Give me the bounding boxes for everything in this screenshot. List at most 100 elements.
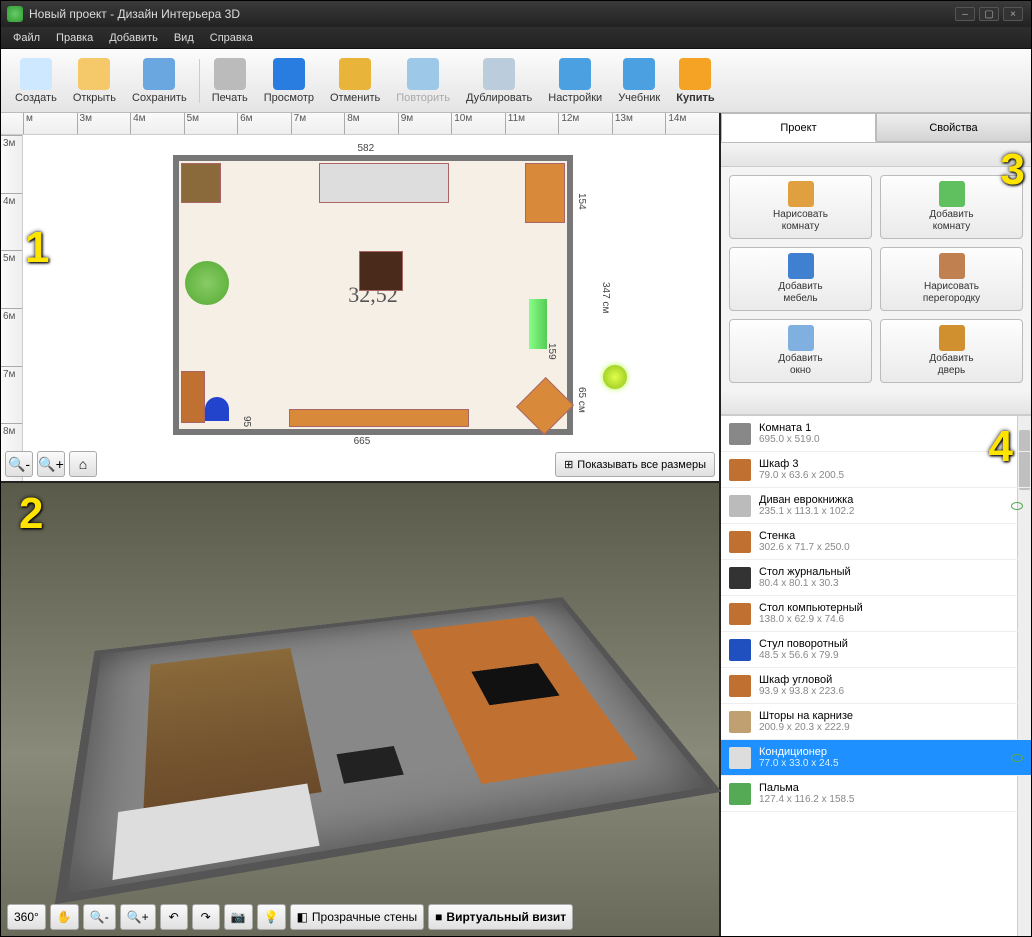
action-Добавить-окно[interactable]: Добавитьокно <box>729 319 872 383</box>
object-text: Стул поворотный48.5 x 56.6 x 79.9 <box>759 638 1023 661</box>
show-all-dims-button[interactable]: ⊞ Показывать все размеры <box>555 452 715 477</box>
toolbar-Настройки[interactable]: Настройки <box>542 56 608 106</box>
room-outline[interactable]: 32,52 582 347 см 154 665 489 95 159 65 с… <box>173 155 573 435</box>
list-item[interactable]: Диван еврокнижка235.1 x 113.1 x 102.2 <box>721 488 1031 524</box>
toolbar-icon <box>483 58 515 90</box>
menu-Вид[interactable]: Вид <box>166 29 202 47</box>
toolbar-Отменить[interactable]: Отменить <box>324 56 386 106</box>
furn-table[interactable] <box>359 251 403 291</box>
action-icon <box>788 181 814 207</box>
zoom-in-button[interactable]: 🔍+ <box>37 451 65 477</box>
home-button[interactable]: ⌂ <box>69 451 97 477</box>
dim-door: 95 <box>241 416 252 427</box>
action-Нарисовать-перегородку[interactable]: Нарисоватьперегородку <box>880 247 1023 311</box>
furn-sofa-top[interactable] <box>319 163 449 203</box>
list-item[interactable]: Комната 1695.0 x 519.0 <box>721 416 1031 452</box>
sun-marker[interactable] <box>603 365 627 389</box>
controls-3d: 360° ✋ 🔍- 🔍+ ↶ ↷ 📷 💡 ◧ Прозрачные стены … <box>7 904 713 930</box>
ruler-tick: 8м <box>344 113 398 134</box>
object-text: Стол компьютерный138.0 x 62.9 x 74.6 <box>759 602 1023 625</box>
furn-selection[interactable] <box>529 299 547 349</box>
action-Добавить-дверь[interactable]: Добавитьдверь <box>880 319 1023 383</box>
toolbar-Просмотр[interactable]: Просмотр <box>258 56 320 106</box>
tab-properties[interactable]: Свойства <box>876 113 1031 142</box>
object-text: Стол журнальный80.4 x 80.1 x 30.3 <box>759 566 1023 589</box>
app-icon <box>7 6 23 22</box>
visibility-icon[interactable] <box>1011 502 1023 510</box>
show-all-dims-label: Показывать все размеры <box>577 459 706 471</box>
rotate360-button[interactable]: 360° <box>7 904 46 930</box>
toolbar-Печать[interactable]: Печать <box>206 56 254 106</box>
furn-wall-unit[interactable] <box>289 409 469 427</box>
rotate-right-button[interactable]: ↷ <box>192 904 220 930</box>
minimize-button[interactable]: – <box>955 7 975 21</box>
visibility-icon[interactable] <box>1011 754 1023 762</box>
wall-icon: ◧ <box>297 910 308 924</box>
furn-desk[interactable] <box>181 371 205 423</box>
tab-project[interactable]: Проект <box>721 113 876 142</box>
room-3d[interactable] <box>55 597 722 904</box>
furn-chair[interactable] <box>205 397 229 421</box>
sofa-3d <box>112 784 319 880</box>
ruler-vertical: 3м4м5м6м7м8м <box>1 135 23 481</box>
list-item[interactable]: Стол журнальный80.4 x 80.1 x 30.3 <box>721 560 1031 596</box>
object-icon <box>729 567 751 589</box>
maximize-button[interactable]: ▢ <box>979 7 999 21</box>
dim-right: 347 см <box>600 282 611 313</box>
furn-wardrobe[interactable] <box>181 163 221 203</box>
ruler-tick: 12м <box>558 113 612 134</box>
list-item[interactable]: Пальма127.4 x 116.2 x 158.5 <box>721 776 1031 812</box>
toolbar-Купить[interactable]: Купить <box>670 56 720 106</box>
list-item[interactable]: Стенка302.6 x 71.7 x 250.0 <box>721 524 1031 560</box>
rotate-left-button[interactable]: ↶ <box>160 904 188 930</box>
toolbar-Открыть[interactable]: Открыть <box>67 56 122 106</box>
ruler-icon: ⊞ <box>564 458 573 471</box>
menu-Правка[interactable]: Правка <box>48 29 101 47</box>
menu-Добавить[interactable]: Добавить <box>101 29 166 47</box>
transparent-walls-button[interactable]: ◧ Прозрачные стены <box>290 904 425 930</box>
zoom-out-button[interactable]: 🔍- <box>5 451 33 477</box>
object-icon <box>729 711 751 733</box>
ruler-tick: 7м <box>1 366 22 424</box>
action-Добавить-комнату[interactable]: Добавитькомнату <box>880 175 1023 239</box>
ruler-tick: 10м <box>451 113 505 134</box>
zoom-in-3d-button[interactable]: 🔍+ <box>120 904 156 930</box>
menu-Файл[interactable]: Файл <box>5 29 48 47</box>
pan-button[interactable]: ✋ <box>50 904 79 930</box>
camera-button[interactable]: 📷 <box>224 904 253 930</box>
list-item[interactable]: Стул поворотный48.5 x 56.6 x 79.9 <box>721 632 1031 668</box>
toolbar-Создать[interactable]: Создать <box>9 56 63 106</box>
light-button[interactable]: 💡 <box>257 904 286 930</box>
zoom-out-3d-button[interactable]: 🔍- <box>83 904 116 930</box>
action-label: Добавитькомнату <box>929 209 973 233</box>
object-dims: 48.5 x 56.6 x 79.9 <box>759 650 1023 661</box>
table-3d <box>337 746 404 784</box>
virtual-visit-button[interactable]: ■ Виртуальный визит <box>428 904 573 930</box>
furn-corner-shelf[interactable] <box>516 377 574 435</box>
furn-plant[interactable] <box>185 261 229 305</box>
object-dims: 79.0 x 63.6 x 200.5 <box>759 470 1023 481</box>
ruler-tick: 3м <box>1 135 22 193</box>
view-3d-area[interactable]: 2 360° ✋ 🔍- 🔍+ ↶ ↷ 📷 💡 <box>1 481 719 936</box>
canvas-2d[interactable]: 32,52 582 347 см 154 665 489 95 159 65 с… <box>23 135 719 481</box>
object-text: Диван еврокнижка235.1 x 113.1 x 102.2 <box>759 494 1023 517</box>
toolbar-Дублировать[interactable]: Дублировать <box>460 56 538 106</box>
toolbar-label: Открыть <box>73 92 116 104</box>
object-icon <box>729 459 751 481</box>
dim-right2: 154 <box>576 193 587 210</box>
list-item[interactable]: Шкаф 379.0 x 63.6 x 200.5 <box>721 452 1031 488</box>
toolbar-Повторить[interactable]: Повторить <box>390 56 456 106</box>
action-Добавить-мебель[interactable]: Добавитьмебель <box>729 247 872 311</box>
toolbar-Сохранить[interactable]: Сохранить <box>126 56 193 106</box>
object-list[interactable]: 4 Комната 1695.0 x 519.0Шкаф 379.0 x 63.… <box>721 415 1031 936</box>
list-item[interactable]: Шторы на карнизе200.9 x 20.3 x 222.9 <box>721 704 1031 740</box>
object-name: Шторы на карнизе <box>759 710 1023 722</box>
toolbar-Учебник[interactable]: Учебник <box>612 56 666 106</box>
list-item[interactable]: Шкаф угловой93.9 x 93.8 x 223.6 <box>721 668 1031 704</box>
list-item[interactable]: Кондиционер77.0 x 33.0 x 24.5 <box>721 740 1031 776</box>
menu-Справка[interactable]: Справка <box>202 29 261 47</box>
action-Нарисовать-комнату[interactable]: Нарисоватькомнату <box>729 175 872 239</box>
close-button[interactable]: × <box>1003 7 1023 21</box>
furn-corner[interactable] <box>525 163 565 223</box>
list-item[interactable]: Стол компьютерный138.0 x 62.9 x 74.6 <box>721 596 1031 632</box>
